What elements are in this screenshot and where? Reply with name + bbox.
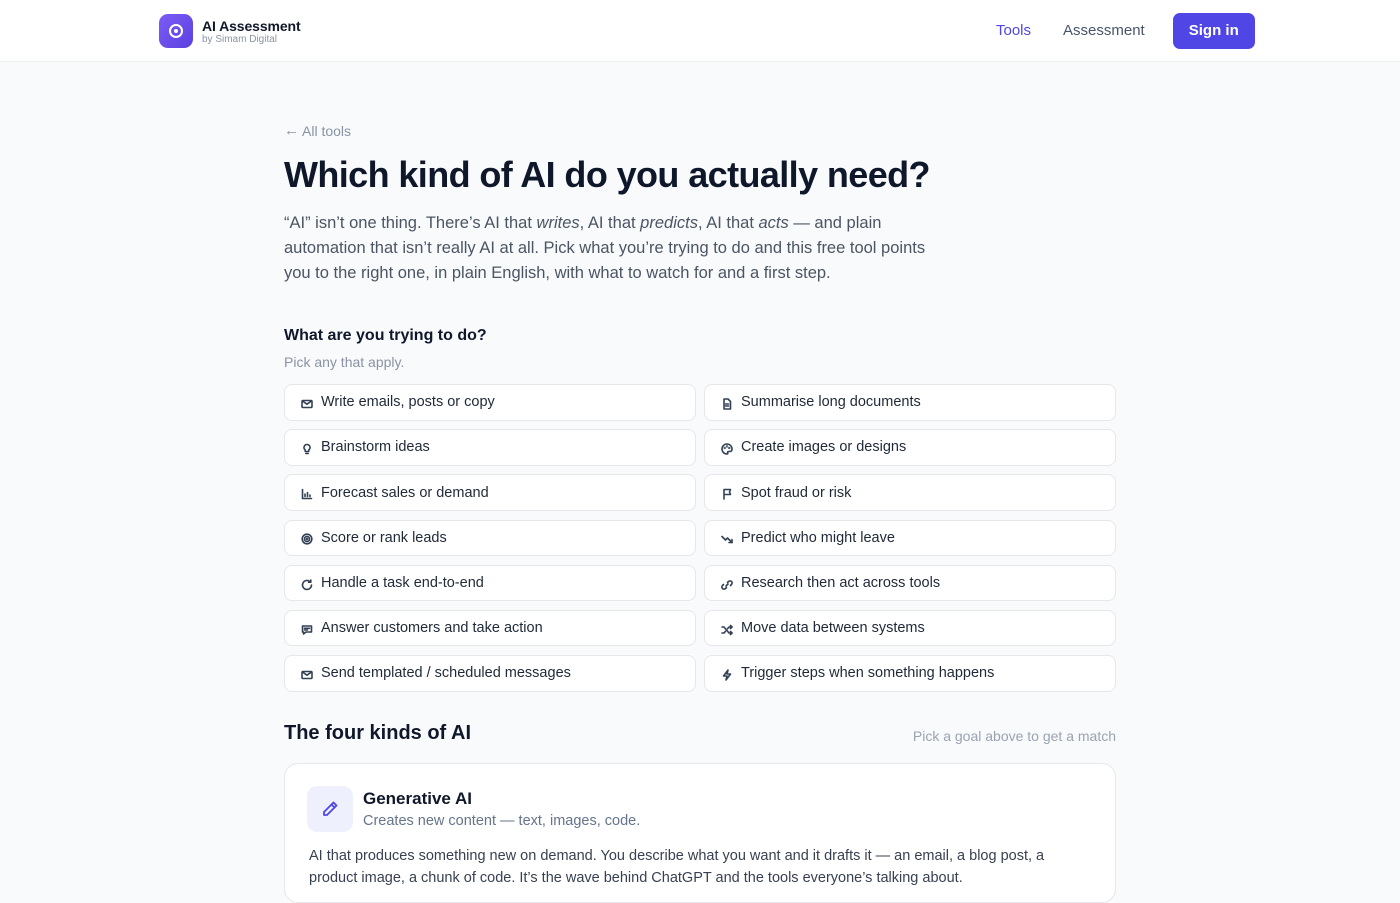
goal-option-end-to-end[interactable]: Handle a task end-to-end bbox=[284, 564, 696, 602]
lightning-icon bbox=[720, 668, 734, 682]
kinds-section-title: The four kinds of AI bbox=[284, 722, 472, 744]
page-title: Which kind of AI do you actually need? bbox=[284, 154, 931, 195]
goal-option-score-leads[interactable]: Score or rank leads bbox=[284, 519, 696, 557]
goal-label: Move data between systems bbox=[741, 620, 925, 637]
arrow-left-icon: ← bbox=[284, 122, 299, 139]
goal-option-answer-customers[interactable]: Answer customers and take action bbox=[284, 609, 696, 647]
goal-label: Research then act across tools bbox=[741, 575, 941, 591]
goal-label: Send templated / scheduled messages bbox=[321, 665, 571, 682]
goal-option-predict-churn[interactable]: Predict who might leave bbox=[704, 519, 1116, 557]
goal-label: Spot fraud or risk bbox=[741, 484, 852, 501]
kinds-section-hint: Pick a goal above to get a match bbox=[912, 728, 1116, 744]
nav-link-assessment[interactable]: Assessment bbox=[1047, 14, 1161, 48]
goal-label: Predict who might leave bbox=[741, 529, 895, 546]
lightbulb-icon bbox=[300, 442, 314, 456]
flag-icon bbox=[720, 487, 734, 501]
goal-option-send-messages[interactable]: Send templated / scheduled messages bbox=[284, 655, 696, 692]
goal-label: Forecast sales or demand bbox=[321, 484, 489, 501]
card-title: Generative AI bbox=[363, 789, 472, 808]
card-subtitle: Creates new content — text, images, code… bbox=[363, 813, 641, 829]
goal-option-move-data[interactable]: Move data between systems bbox=[704, 609, 1116, 647]
goal-label: Write emails, posts or copy bbox=[321, 394, 495, 411]
chat-icon bbox=[300, 623, 314, 637]
goal-label: Brainstorm ideas bbox=[321, 439, 430, 456]
goal-label: Score or rank leads bbox=[321, 529, 447, 546]
nav-link-tools[interactable]: Tools bbox=[980, 14, 1047, 48]
ai-kind-card-generative: Generative AI Creates new content — text… bbox=[284, 763, 1116, 903]
goal-option-summarise[interactable]: Summarise long documents bbox=[704, 384, 1116, 421]
intro-paragraph: “AI” isn’t one thing. There’s AI that wr… bbox=[284, 214, 926, 282]
back-link-label: All tools bbox=[302, 122, 352, 139]
card-description: AI that produces something new on demand… bbox=[309, 848, 1045, 886]
palette-icon bbox=[720, 442, 734, 456]
shuffle-icon bbox=[720, 623, 734, 637]
goals-hint: Pick any that apply. bbox=[284, 354, 405, 370]
goal-option-forecast[interactable]: Forecast sales or demand bbox=[284, 474, 696, 511]
sign-in-button[interactable]: Sign in bbox=[1172, 13, 1255, 49]
trending-down-icon bbox=[720, 532, 734, 546]
brand-logo-icon bbox=[159, 14, 193, 48]
back-to-all-tools-link[interactable]: ← All tools bbox=[284, 122, 351, 139]
document-icon bbox=[720, 397, 734, 411]
goal-label: Handle a task end-to-end bbox=[321, 575, 484, 591]
goal-option-spot-fraud[interactable]: Spot fraud or risk bbox=[704, 474, 1116, 511]
goal-label: Summarise long documents bbox=[741, 394, 921, 411]
link-icon bbox=[720, 578, 734, 592]
mail-icon bbox=[300, 397, 314, 411]
goal-label: Answer customers and take action bbox=[321, 620, 543, 637]
goal-label: Create images or designs bbox=[741, 439, 907, 456]
goal-option-create-images[interactable]: Create images or designs bbox=[704, 429, 1116, 466]
target-icon bbox=[300, 532, 314, 546]
brand-subtitle: by Simam Digital bbox=[202, 33, 278, 45]
goal-option-brainstorm[interactable]: Brainstorm ideas bbox=[284, 429, 696, 466]
brand-title: AI Assessment bbox=[202, 17, 301, 34]
pencil-icon bbox=[307, 786, 353, 832]
goal-option-research-act[interactable]: Research then act across tools bbox=[704, 564, 1116, 602]
goal-option-trigger-steps[interactable]: Trigger steps when something happens bbox=[704, 655, 1116, 692]
goal-label: Trigger steps when something happens bbox=[741, 665, 995, 682]
goal-options-grid: Write emails, posts or copy Summarise lo… bbox=[284, 384, 1116, 692]
goal-option-write-copy[interactable]: Write emails, posts or copy bbox=[284, 384, 696, 421]
mail-icon bbox=[300, 668, 314, 682]
brand-logo-link[interactable]: AI Assessment by Simam Digital bbox=[159, 14, 301, 48]
bar-chart-icon bbox=[300, 487, 314, 501]
goals-question: What are you trying to do? bbox=[284, 327, 487, 344]
top-navbar: AI Assessment by Simam Digital Tools Ass… bbox=[0, 0, 1400, 62]
refresh-icon bbox=[300, 578, 314, 592]
main-nav: Tools Assessment Sign in bbox=[980, 13, 1255, 49]
